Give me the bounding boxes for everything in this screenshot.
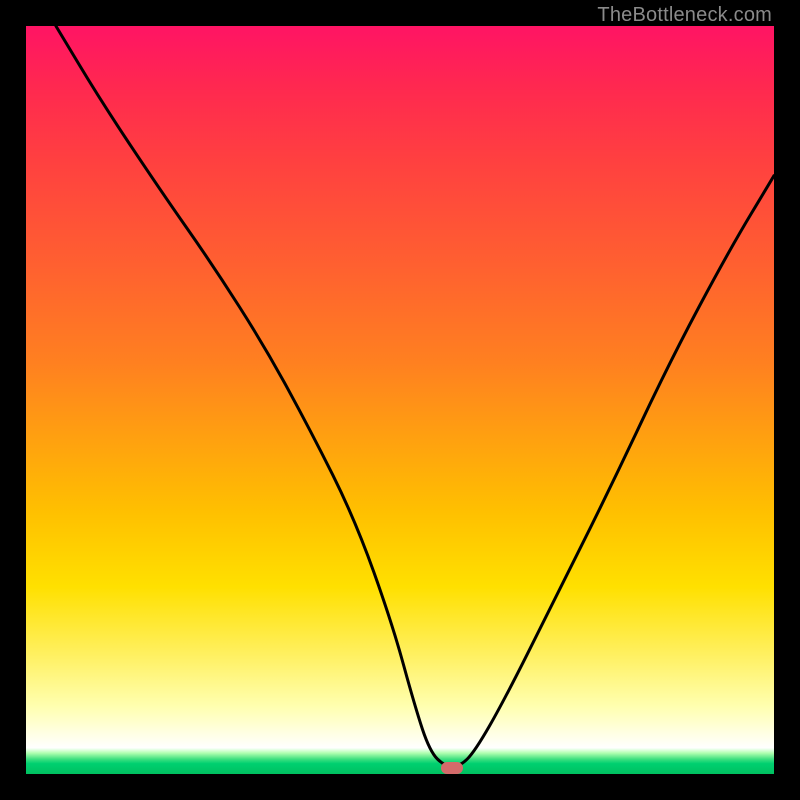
chart-frame: TheBottleneck.com [0,0,800,800]
optimum-marker [441,762,463,774]
watermark-text: TheBottleneck.com [597,4,772,27]
bottleneck-curve [26,26,774,774]
curve-path [56,26,774,767]
